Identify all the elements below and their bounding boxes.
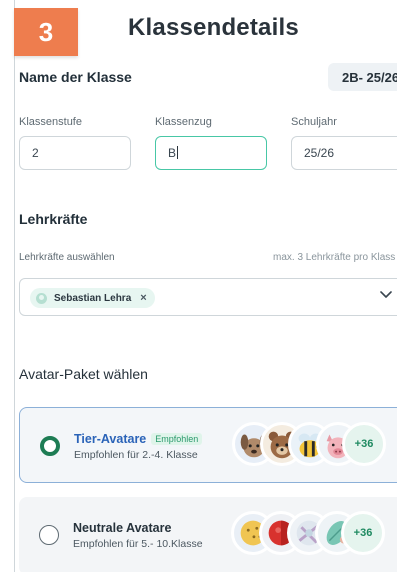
left-divider (14, 0, 15, 572)
stream-field[interactable]: B (155, 136, 267, 170)
grade-value: 2 (32, 146, 39, 160)
page-title: Klassendetails (128, 14, 299, 41)
teachers-section-title: Lehrkräfte (19, 211, 88, 227)
pack-subtitle: Empfohlen für 2.-4. Klasse (74, 449, 198, 461)
avatar-preview-group: +36 (231, 511, 391, 559)
pack-subtitle: Empfohlen für 5.- 10.Klasse (73, 538, 203, 550)
teacher-chip: Sebastian Lehra × (30, 288, 155, 308)
school-year-label: Schuljahr (291, 116, 337, 128)
more-avatars-count: +36 (342, 422, 386, 466)
pack-name-text: Neutrale Avatare (73, 521, 172, 535)
teachers-limit-hint: max. 3 Lehrkräfte pro Klass (273, 252, 396, 263)
teachers-select-label: Lehrkräfte auswählen (19, 252, 115, 263)
teacher-chip-name: Sebastian Lehra (54, 292, 132, 304)
grade-field[interactable]: 2 (19, 136, 131, 170)
class-name-label: Name der Klasse (19, 69, 132, 85)
class-code-text: 2B- 25/26 (342, 69, 397, 85)
avatar-pack-neutral[interactable]: Neutrale Avatare Empfohlen für 5.- 10.Kl… (19, 497, 397, 572)
grade-label: Klassenstufe (19, 116, 82, 128)
school-year-field[interactable]: 25/26 (291, 136, 397, 170)
school-year-value: 25/26 (304, 146, 335, 160)
text-cursor (177, 146, 179, 159)
avatar-pack-animals[interactable]: Tier-Avatare Empfohlen Empfohlen für 2.-4… (19, 407, 397, 483)
more-avatars-count: +36 (341, 511, 385, 555)
teacher-select[interactable]: Sebastian Lehra × (19, 278, 397, 316)
chevron-down-icon[interactable] (380, 287, 392, 302)
pack-name: Tier-Avatare Empfohlen (74, 432, 203, 446)
remove-teacher-icon[interactable]: × (140, 292, 146, 304)
avatar-pack-section-title: Avatar-Paket wählen (19, 366, 148, 382)
stream-value: B (168, 146, 177, 160)
radio-unselected[interactable] (39, 525, 59, 545)
avatar-preview-group: +36 (232, 422, 392, 470)
recommended-badge: Empfohlen (151, 433, 203, 445)
avatar (36, 292, 47, 304)
pack-name-text: Tier-Avatare (74, 432, 147, 446)
radio-selected[interactable] (40, 436, 60, 456)
stream-label: Klassenzug (155, 116, 212, 128)
step-badge: 3 (14, 8, 78, 56)
class-code-badge: 2B- 25/26 (328, 63, 397, 91)
